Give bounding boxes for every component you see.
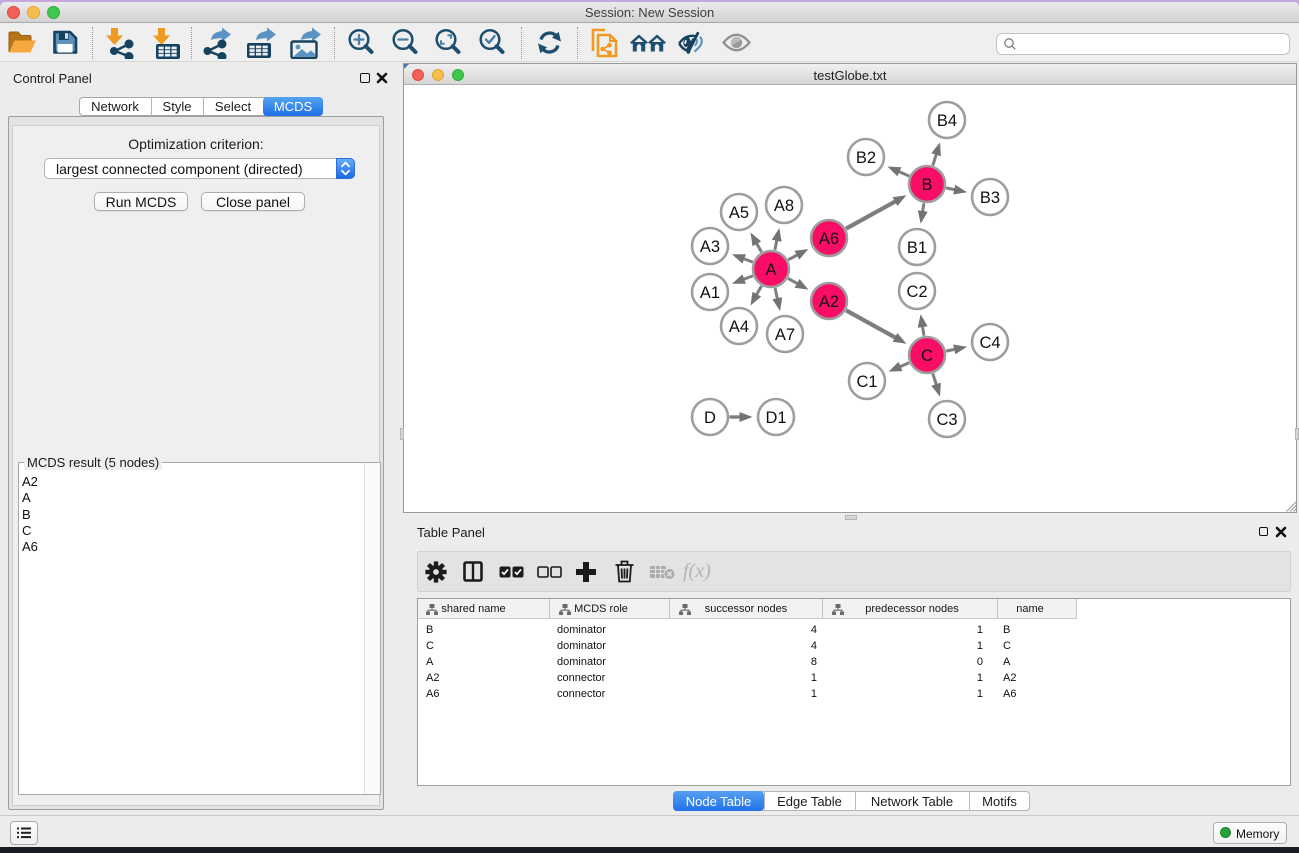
svg-text:A2: A2 xyxy=(819,293,839,311)
svg-text:C4: C4 xyxy=(979,334,1000,352)
svg-text:C: C xyxy=(921,347,933,365)
svg-text:A8: A8 xyxy=(774,197,794,215)
svg-text:A4: A4 xyxy=(729,318,749,336)
svg-text:D: D xyxy=(704,409,716,427)
svg-text:A6: A6 xyxy=(819,230,839,248)
svg-text:B1: B1 xyxy=(907,239,927,257)
svg-text:C3: C3 xyxy=(936,411,957,429)
svg-text:A: A xyxy=(765,261,776,279)
svg-text:A7: A7 xyxy=(775,326,795,344)
svg-text:B2: B2 xyxy=(856,149,876,167)
svg-text:C2: C2 xyxy=(906,283,927,301)
svg-text:B4: B4 xyxy=(937,112,957,130)
svg-text:D1: D1 xyxy=(765,409,786,427)
svg-text:A5: A5 xyxy=(729,204,749,222)
svg-text:A3: A3 xyxy=(700,238,720,256)
svg-text:A1: A1 xyxy=(700,284,720,302)
svg-text:B3: B3 xyxy=(980,189,1000,207)
svg-text:B: B xyxy=(921,176,932,194)
svg-text:C1: C1 xyxy=(856,373,877,391)
